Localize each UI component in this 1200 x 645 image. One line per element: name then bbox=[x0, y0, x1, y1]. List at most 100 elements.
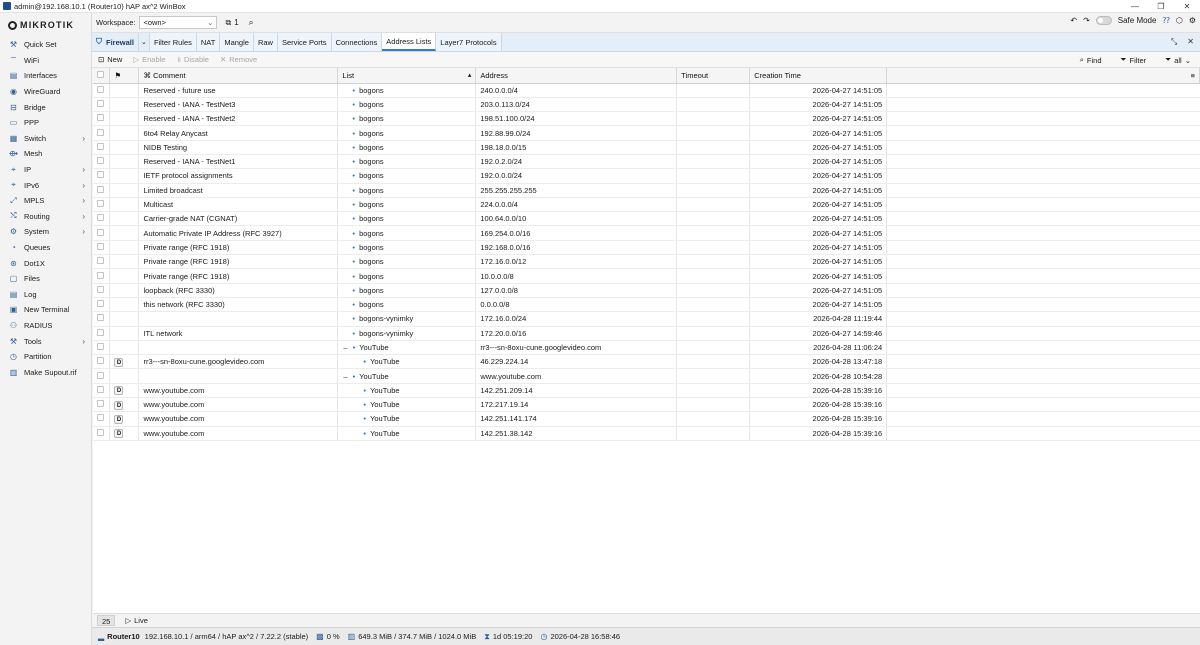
row-checkbox[interactable] bbox=[97, 314, 104, 322]
tab-connections[interactable]: Connections bbox=[331, 33, 383, 51]
row-checkbox[interactable] bbox=[97, 342, 104, 350]
help-icon[interactable]: ⁇ bbox=[1162, 16, 1169, 25]
table-row[interactable]: Private range (RFC 1918) • bogons 172.16.0.… bbox=[93, 254, 1200, 270]
column-menu-header[interactable]: ≡ bbox=[886, 68, 1200, 84]
creation-time-column-header[interactable]: Creation Time bbox=[749, 68, 888, 84]
tab-filter-rules[interactable]: Filter Rules bbox=[149, 33, 197, 51]
open-windows-button[interactable]: ⧉ 1 bbox=[225, 18, 238, 28]
collapse-icon[interactable]: ⤡ bbox=[1171, 37, 1177, 47]
sidebar-item-new-terminal[interactable]: ▣ New Terminal bbox=[0, 302, 91, 318]
sidebar-item-bridge[interactable]: ⊟ Bridge bbox=[0, 99, 91, 115]
remove-button[interactable]: ✕ Remove bbox=[220, 55, 257, 64]
close-icon[interactable]: ✕ bbox=[1174, 0, 1200, 13]
row-checkbox[interactable] bbox=[97, 400, 104, 408]
select-all-checkbox[interactable] bbox=[93, 68, 111, 84]
sidebar-item-wireguard[interactable]: ◉ WireGuard bbox=[0, 84, 91, 100]
undo-icon[interactable]: ↶ bbox=[1070, 16, 1077, 25]
table-row[interactable]: 6to4 Relay Anycast • bogons 192.88.99.0/24 2… bbox=[93, 125, 1200, 141]
table-row[interactable]: Dwww.youtube.com • YouTube 142.251.38.142 20… bbox=[93, 426, 1200, 441]
table-row[interactable]: loopback (RFC 3330) • bogons 127.0.0.0/8 202… bbox=[93, 283, 1200, 298]
row-checkbox[interactable] bbox=[97, 385, 104, 393]
tab-raw[interactable]: Raw bbox=[253, 33, 278, 51]
sidebar-item-ip[interactable]: ⌖ IP › bbox=[0, 162, 91, 178]
table-row[interactable]: Private range (RFC 1918) • bogons 192.168.0… bbox=[93, 240, 1200, 256]
safe-mode-toggle[interactable] bbox=[1095, 16, 1112, 25]
row-checkbox[interactable] bbox=[97, 357, 104, 365]
flag-column-header[interactable]: ⚑ bbox=[109, 68, 140, 84]
table-row[interactable]: Dwww.youtube.com • YouTube 172.217.19.14 202… bbox=[93, 397, 1200, 413]
table-row[interactable]: Reserved - future use • bogons 240.0.0.0/4 2… bbox=[93, 83, 1200, 98]
sidebar-item-wifi[interactable]: ⌔ WiFi bbox=[0, 53, 91, 69]
sidebar-item-partition[interactable]: ◷ Partition bbox=[0, 349, 91, 365]
row-checkbox[interactable] bbox=[97, 128, 104, 136]
timeout-column-header[interactable]: Timeout bbox=[676, 68, 751, 84]
sidebar-item-interfaces[interactable]: ▤ Interfaces bbox=[0, 68, 91, 84]
live-button[interactable]: ▷ Live bbox=[125, 616, 148, 625]
row-checkbox[interactable] bbox=[97, 185, 104, 193]
tab-mangle[interactable]: Mangle bbox=[220, 33, 254, 51]
tab-nat[interactable]: NAT bbox=[196, 33, 221, 51]
settings-icon[interactable]: ⚙ bbox=[1189, 16, 1196, 25]
table-row[interactable]: Automatic Private IP Address (RFC 3927) •… bbox=[93, 225, 1200, 241]
table-row[interactable]: ITL network • bogons-vynimky 172.20.0.0/16 2… bbox=[93, 326, 1200, 341]
table-row[interactable]: Private range (RFC 1918) • bogons 10.0.0.0/… bbox=[93, 268, 1200, 284]
row-checkbox[interactable] bbox=[97, 228, 104, 236]
sidebar-item-mesh[interactable]: ⟴ Mesh bbox=[0, 146, 91, 162]
row-checkbox[interactable] bbox=[97, 414, 104, 422]
enable-button[interactable]: ▷ Enable bbox=[133, 55, 165, 64]
table-row[interactable]: IETF protocol assignments • bogons 192.0.0.… bbox=[93, 168, 1200, 184]
address-column-header[interactable]: Address bbox=[475, 68, 678, 84]
sidebar-item-mpls[interactable]: ⤢ MPLS › bbox=[0, 193, 91, 209]
find-button[interactable]: ⌕ Find bbox=[1080, 55, 1102, 65]
maximize-icon[interactable]: ❐ bbox=[1148, 0, 1174, 13]
tabs-dropdown-button[interactable]: ⌄ bbox=[137, 33, 150, 51]
row-checkbox[interactable] bbox=[97, 257, 104, 265]
minimize-icon[interactable]: — bbox=[1122, 0, 1148, 13]
sidebar-item-queues[interactable]: ◔ Queues bbox=[0, 240, 91, 256]
sidebar-item-system[interactable]: ⚙ System › bbox=[0, 224, 91, 240]
sidebar-item-tools[interactable]: ⚒ Tools › bbox=[0, 333, 91, 349]
table-row[interactable]: Reserved - IANA - TestNet2 • bogons 198.51.… bbox=[93, 111, 1200, 127]
table-row[interactable]: this network (RFC 3330) • bogons 0.0.0.0/8 2… bbox=[93, 297, 1200, 313]
sidebar-item-ppp[interactable]: ▭ PPP bbox=[0, 115, 91, 131]
sidebar-item-files[interactable]: ▢ Files bbox=[0, 271, 91, 287]
row-checkbox[interactable] bbox=[97, 157, 104, 165]
tab-address-lists[interactable]: Address Lists bbox=[382, 33, 437, 51]
new-button[interactable]: ⊡ New bbox=[98, 55, 122, 64]
close-window-icon[interactable]: ✕ bbox=[1187, 37, 1194, 47]
table-row[interactable]: Reserved - IANA - TestNet1 • bogons 192.0.2… bbox=[93, 154, 1200, 170]
sidebar-item-make-supout-rif[interactable]: ▥ Make Supout.rif bbox=[0, 364, 91, 380]
table-row[interactable]: • bogons-vynimky 172.16.0.0/24 2026-04-28 1… bbox=[93, 311, 1200, 327]
table-row[interactable]: Limited broadcast • bogons 255.255.255.255 2… bbox=[93, 183, 1200, 198]
row-checkbox[interactable] bbox=[97, 285, 104, 293]
filter-mode-select[interactable]: ⏷ all ⌄ bbox=[1165, 55, 1191, 65]
collapse-group-icon[interactable]: – bbox=[343, 343, 347, 352]
sidebar-item-log[interactable]: ▤ Log bbox=[0, 287, 91, 303]
package-icon[interactable]: ⬡ bbox=[1176, 16, 1183, 25]
table-row[interactable]: Dwww.youtube.com • YouTube 142.251.209.14 20… bbox=[93, 383, 1200, 399]
table-row[interactable]: Dwww.youtube.com • YouTube 142.251.141.174 2… bbox=[93, 411, 1200, 427]
row-checkbox[interactable] bbox=[97, 85, 104, 93]
table-row[interactable]: Carrier-grade NAT (CGNAT) • bogons 100.64.0… bbox=[93, 211, 1200, 227]
sidebar-item-switch[interactable]: ▦ Switch › bbox=[0, 131, 91, 147]
row-checkbox[interactable] bbox=[97, 114, 104, 122]
row-checkbox[interactable] bbox=[97, 328, 104, 336]
table-row[interactable]: Drr3---sn-8oxu-cune.googlevideo.com • YouT… bbox=[93, 354, 1200, 370]
table-row[interactable]: Reserved - IANA - TestNet3 • bogons 203.0.1… bbox=[93, 97, 1200, 113]
row-checkbox[interactable] bbox=[97, 428, 104, 436]
sidebar-item-dot1x[interactable]: ⊛ Dot1X bbox=[0, 255, 91, 271]
redo-icon[interactable]: ↷ bbox=[1083, 16, 1090, 25]
list-column-header[interactable]: List ▴ bbox=[337, 68, 477, 84]
row-checkbox[interactable] bbox=[97, 271, 104, 279]
table-row[interactable]: – • YouTube rr3---sn-8oxu-cune.googlevideo.… bbox=[93, 340, 1200, 356]
table-row[interactable]: – • YouTube www.youtube.com 2026-04-28 10:54… bbox=[93, 368, 1200, 384]
row-checkbox[interactable] bbox=[97, 142, 104, 150]
disable-button[interactable]: ॥ Disable bbox=[176, 55, 209, 65]
filter-button[interactable]: ⏷ Filter bbox=[1121, 55, 1147, 65]
sidebar-item-routing[interactable]: ⤭ Routing › bbox=[0, 209, 91, 225]
comment-column-header[interactable]: ⌘ Comment bbox=[138, 68, 339, 84]
table-row[interactable]: NIDB Testing • bogons 198.18.0.0/15 2026-04-… bbox=[93, 140, 1200, 155]
tab-service-ports[interactable]: Service Ports bbox=[277, 33, 332, 51]
row-checkbox[interactable] bbox=[97, 300, 104, 308]
row-checkbox[interactable] bbox=[97, 200, 104, 208]
